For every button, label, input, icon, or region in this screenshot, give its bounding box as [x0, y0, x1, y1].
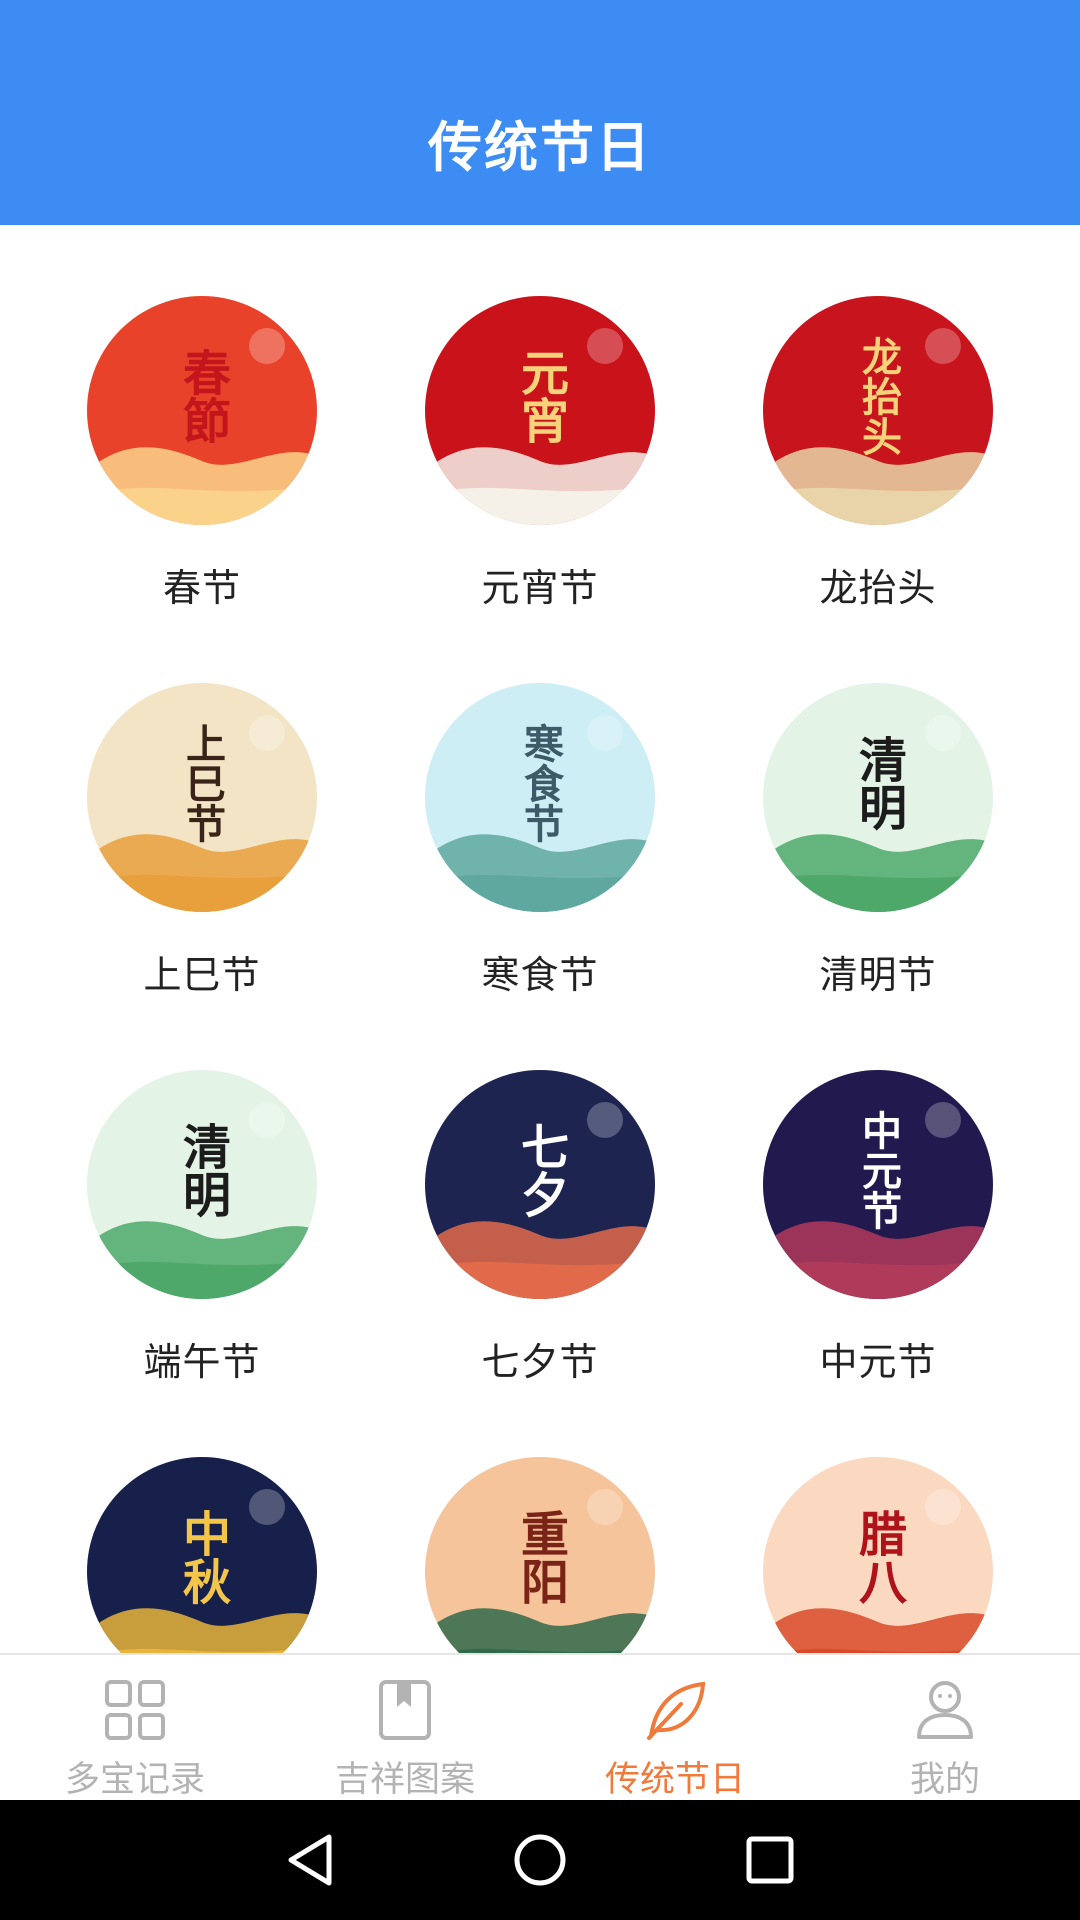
festival-art-text: 上巳节	[179, 722, 226, 843]
festival-item[interactable]: 元宵 元宵节	[371, 225, 709, 612]
festival-item[interactable]: 清明 端午节	[33, 999, 371, 1386]
system-navigation-bar	[0, 1800, 1080, 1920]
lantern-festival-image: 元宵	[425, 296, 655, 525]
person-icon	[910, 1675, 980, 1745]
festival-item[interactable]: 七夕 七夕节	[371, 999, 709, 1386]
festival-label: 中元节	[819, 1340, 937, 1384]
festival-grid: 春節 春节 元宵 元宵节 龙抬头 龙抬头 上巳节 上巳节 寒食节 寒食节 清明 清明节 清明 端午节 七夕七…	[0, 225, 1080, 1653]
leaf-icon	[640, 1675, 710, 1745]
festival-art-text: 中元节	[855, 1109, 902, 1230]
shangsi-festival-image: 上巳节	[87, 683, 317, 912]
zhongyuan-festival-image: 中元节	[763, 1070, 993, 1299]
home-icon[interactable]	[510, 1830, 570, 1890]
festival-art-text: 中秋	[174, 1508, 230, 1605]
festival-label: 上巳节	[143, 953, 261, 997]
qixi-festival-image: 七夕	[425, 1070, 655, 1299]
festival-item[interactable]: 腊八腊八节	[709, 1386, 1047, 1653]
festival-item[interactable]: 龙抬头 龙抬头	[709, 225, 1047, 612]
qingming-festival-image: 清明	[763, 683, 993, 912]
festival-art-text: 龙抬头	[855, 335, 902, 456]
mid-autumn-festival-image: 中秋	[87, 1457, 317, 1653]
festival-label: 七夕节	[481, 1340, 599, 1384]
festival-art-text: 清明	[850, 734, 906, 831]
festival-label: 寒食节	[481, 953, 599, 997]
nav-item-patterns[interactable]: 吉祥图案	[270, 1655, 540, 1802]
festival-label: 春节	[162, 566, 241, 610]
cold-food-festival-image: 寒食节	[425, 683, 655, 912]
recents-icon[interactable]	[740, 1830, 800, 1890]
festival-art-text: 重阳	[512, 1508, 568, 1605]
festival-grid-scroll[interactable]: 春節 春节 元宵 元宵节 龙抬头 龙抬头 上巳节 上巳节 寒食节 寒食节 清明 清明节 清明 端午节 七夕七…	[0, 225, 1080, 1653]
grid-icon	[100, 1675, 170, 1745]
festival-item[interactable]: 中秋中秋节	[33, 1386, 371, 1653]
nav-item-records[interactable]: 多宝记录	[0, 1655, 270, 1802]
festival-art-text: 寒食节	[517, 722, 564, 843]
festival-label: 龙抬头	[819, 566, 937, 610]
festival-label: 元宵节	[481, 566, 599, 610]
dragon-head-image: 龙抬头	[763, 296, 993, 525]
book-icon	[370, 1675, 440, 1745]
nav-label: 多宝记录	[64, 1760, 205, 1800]
nav-label: 吉祥图案	[334, 1760, 475, 1800]
app-header: 传统节日	[0, 0, 1080, 225]
nav-label: 我的	[909, 1760, 980, 1800]
laba-festival-image: 腊八	[763, 1457, 993, 1653]
festival-item[interactable]: 上巳节 上巳节	[33, 612, 371, 999]
festival-label: 清明节	[819, 953, 937, 997]
page-title: 传统节日	[428, 116, 652, 179]
festival-art-text: 七夕	[512, 1121, 568, 1218]
dragon-boat-festival-image: 清明	[87, 1070, 317, 1299]
double-ninth-festival-image: 重阳	[425, 1457, 655, 1653]
festival-art-text: 腊八	[850, 1508, 906, 1605]
festival-item[interactable]: 重阳重阳节	[371, 1386, 709, 1653]
bottom-navigation: 多宝记录 吉祥图案 传统节日 我的	[0, 1653, 1080, 1800]
festival-item[interactable]: 清明 清明节	[709, 612, 1047, 999]
festival-item[interactable]: 春節 春节	[33, 225, 371, 612]
festival-art-text: 清明	[174, 1121, 230, 1218]
nav-item-profile[interactable]: 我的	[810, 1655, 1080, 1802]
nav-label: 传统节日	[604, 1760, 745, 1800]
festival-art-text: 元宵	[512, 347, 568, 444]
festival-item[interactable]: 寒食节 寒食节	[371, 612, 709, 999]
back-icon[interactable]	[280, 1830, 340, 1890]
festival-item[interactable]: 中元节 中元节	[709, 999, 1047, 1386]
festival-label: 端午节	[143, 1340, 261, 1384]
nav-item-festivals[interactable]: 传统节日	[540, 1655, 810, 1802]
festival-art-text: 春節	[174, 347, 230, 444]
spring-festival-image: 春節	[87, 296, 317, 525]
